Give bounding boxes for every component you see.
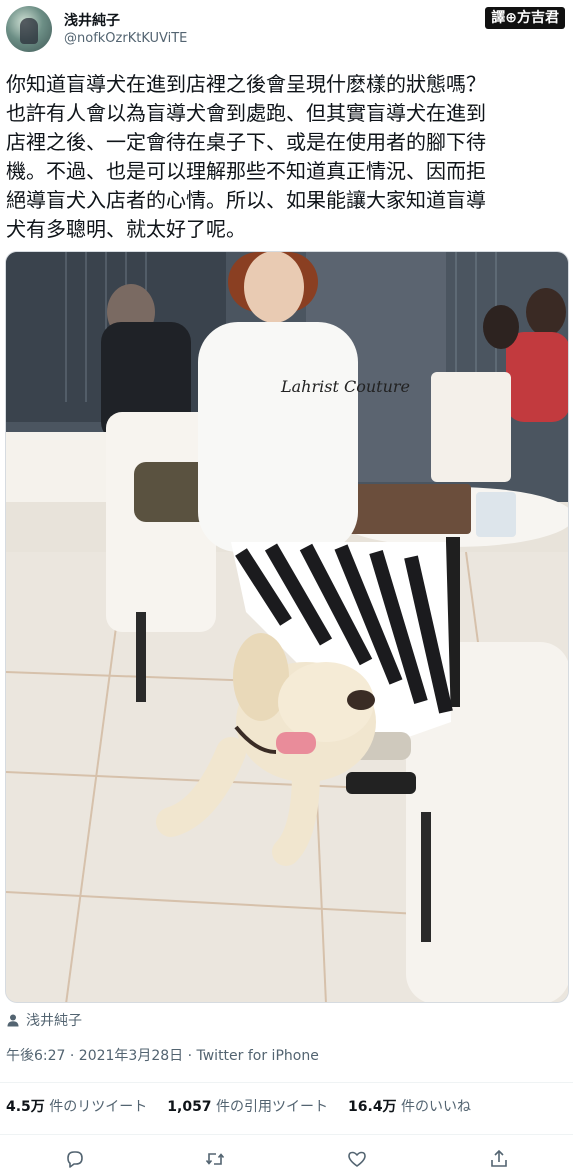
reply-icon <box>64 1148 86 1170</box>
retweet-icon <box>204 1148 226 1170</box>
tweet-photo[interactable]: Lahrist Couture <box>5 251 569 1003</box>
tweet-timestamp[interactable]: 午後6:27 · 2021年3月28日 · Twitter for iPhone <box>6 1045 319 1065</box>
shirt-print: Lahrist Couture <box>280 377 410 396</box>
cafe-guide-dog-photo: Lahrist Couture <box>6 252 568 1002</box>
avatar[interactable] <box>6 6 52 52</box>
retweet-count[interactable]: 4.5万 件のリツイート <box>6 1096 147 1116</box>
divider <box>0 1134 573 1135</box>
display-name[interactable]: 浅井純子 <box>64 10 120 30</box>
like-count-value: 16.4万 <box>348 1099 397 1115</box>
author-credit-name: 浅井純子 <box>26 1013 82 1029</box>
like-icon <box>346 1148 368 1170</box>
like-button[interactable] <box>344 1146 370 1172</box>
retweet-button[interactable] <box>202 1146 228 1172</box>
quote-count-label: 件の引用ツイート <box>216 1099 329 1115</box>
quote-count-value: 1,057 <box>167 1099 212 1115</box>
quote-count[interactable]: 1,057 件の引用ツイート <box>167 1096 328 1116</box>
tweet-actions <box>0 1144 573 1172</box>
share-icon <box>488 1148 510 1170</box>
like-count[interactable]: 16.4万 件のいいね <box>348 1096 471 1116</box>
user-handle[interactable]: @nofkOzrKtKUViTE <box>64 31 187 46</box>
divider <box>0 1082 573 1083</box>
share-button[interactable] <box>486 1146 512 1172</box>
retweet-count-value: 4.5万 <box>6 1099 45 1115</box>
like-count-label: 件のいいね <box>401 1099 472 1115</box>
translator-watermark: 譯⊕方吉君 <box>485 7 565 29</box>
reply-button[interactable] <box>62 1146 88 1172</box>
tweet-stats: 4.5万 件のリツイート 1,057 件の引用ツイート 16.4万 件のいいね <box>6 1096 471 1116</box>
tweet-text: 你知道盲導犬在進到店裡之後會呈現什麽樣的狀態嗎？ 也許有人會以為盲導犬會到處跑、… <box>6 72 486 241</box>
author-credit[interactable]: 浅井純子 <box>6 1010 82 1030</box>
retweet-count-label: 件のリツイート <box>49 1099 148 1115</box>
person-icon <box>6 1013 20 1027</box>
tweet-header: 浅井純子 @nofkOzrKtKUViTE 譯⊕方吉君 <box>0 0 573 62</box>
